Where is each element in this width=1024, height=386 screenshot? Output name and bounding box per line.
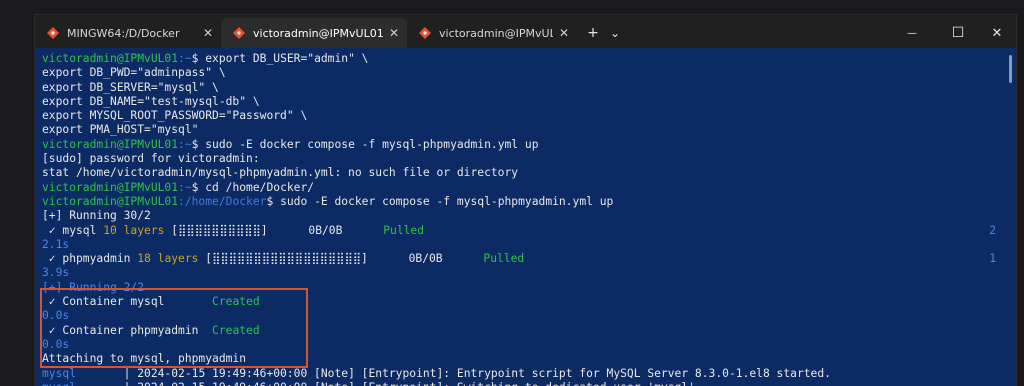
line-text: export MYSQL_ROOT_PASSWORD="Password" \ (42, 109, 308, 123)
git-bash-icon (47, 27, 59, 39)
line-text: export DB_USER="admin" \ (205, 52, 369, 65)
terminal-line: 3.9s (42, 266, 1016, 280)
highlight-box (40, 288, 308, 368)
timing-text: 3.9s (42, 266, 70, 280)
transfer-size: 0B/0B (367, 252, 484, 266)
check-icon: ✓ (42, 252, 63, 266)
linux-tab-icon (233, 27, 245, 39)
status-text: Pulled (483, 252, 525, 266)
prompt-suffix: $ (191, 180, 206, 194)
tab-close-icon[interactable]: ✕ (559, 26, 569, 40)
timing-text: 2.1s (42, 237, 70, 251)
terminal-line: export DB_SERVER="mysql" \ (42, 81, 1016, 95)
layer-count: 10 layers (103, 223, 165, 237)
terminal-line: export MYSQL_ROOT_PASSWORD="Password" \ (42, 109, 1016, 123)
row-count: 1 (989, 252, 996, 266)
close-button[interactable]: ✕ (982, 18, 1012, 48)
progress-bar: [⣿⣿⣿⣿⣿⣿⣿⣿⣿⣿] (164, 223, 268, 237)
prompt-suffix: $ (191, 52, 206, 65)
terminal-line: victoradmin@IPMvUL01:~$ sudo -E docker c… (42, 138, 1016, 152)
prompt-suffix: $ (191, 137, 206, 151)
terminal-line: [+] Running 30/2 (42, 209, 1016, 223)
tab-label: MINGW64:/D/Docker (67, 26, 180, 40)
check-icon: ✓ (42, 223, 63, 237)
tab-label: victoradmin@IPMvUL01: /hon (253, 26, 383, 40)
title-bar: MINGW64:/D/Docker ✕ victoradmin@IPMvUL01… (35, 15, 1016, 48)
line-text: export DB_PWD="adminpass" \ (42, 66, 226, 80)
new-tab-button[interactable]: + (583, 18, 603, 48)
terminal-line: export PMA_HOST="mysql" (42, 123, 1016, 137)
prompt-user: victoradmin@IPMvUL01 (42, 52, 179, 65)
tab-mingw64[interactable]: MINGW64:/D/Docker ✕ (35, 18, 221, 48)
linux-tab-icon (419, 27, 431, 39)
transfer-size: 0B/0B (267, 223, 384, 237)
prompt-user: victoradmin@IPMvUL01 (42, 194, 179, 208)
minimize-button[interactable]: — (897, 18, 927, 48)
line-text: sudo -E docker compose -f mysql-phpmyadm… (205, 137, 539, 151)
tab-dropdown-icon[interactable]: ⌄ (605, 18, 625, 48)
line-text: [sudo] password for victoradmin: (42, 152, 260, 166)
prompt-suffix: $ (266, 194, 281, 208)
line-text: | 2024-02-15 19:49:46+00:00 [Note] [Entr… (76, 381, 695, 386)
line-text: stat /home/victoradmin/mysql-phpmyadmin.… (42, 166, 519, 180)
tab-close-icon[interactable]: ✕ (203, 26, 213, 40)
tab-victoradmin-home-dir[interactable]: victoradmin@IPMvUL01: ~ ✕ (407, 18, 577, 48)
line-text: cd /home/Docker/ (205, 180, 315, 194)
terminal-window: MINGW64:/D/Docker ✕ victoradmin@IPMvUL01… (35, 15, 1016, 386)
terminal-line: victoradmin@IPMvUL01:~$ export DB_USER="… (42, 52, 1016, 66)
tab-close-icon[interactable]: ✕ (389, 26, 399, 40)
line-text: sudo -E docker compose -f mysql-phpmyadm… (280, 194, 614, 208)
prompt-path: :~ (178, 52, 192, 65)
image-name: mysql (62, 223, 104, 237)
line-text: export PMA_HOST="mysql" (42, 123, 199, 137)
status-text: Pulled (383, 223, 425, 237)
timing-text: mysql (42, 366, 77, 380)
terminal-line: stat /home/victoradmin/mysql-phpmyadmin.… (42, 166, 1016, 180)
tab-label: victoradmin@IPMvUL01: ~ (439, 26, 553, 40)
prompt-user: victoradmin@IPMvUL01 (42, 180, 179, 194)
scrollbar[interactable] (1009, 55, 1012, 83)
line-text: [+] Running 30/2 (42, 209, 151, 223)
terminal-line: ✓ phpmyadmin 18 layers [⣿⣿⣿⣿⣿⣿⣿⣿⣿⣿⣿⣿⣿⣿⣿⣿… (42, 252, 1016, 266)
line-text: | 2024-02-15 19:49:46+00:00 [Note] [Entr… (76, 366, 831, 380)
prompt-path: :~ (178, 137, 192, 151)
terminal-line: export DB_PWD="adminpass" \ (42, 66, 1016, 80)
terminal-line: mysql | 2024-02-15 19:49:46+00:00 [Note]… (42, 367, 1016, 381)
layer-count: 18 layers (137, 252, 199, 266)
prompt-path: :/home/Docker (178, 194, 267, 208)
terminal-line: export DB_NAME="test-mysql-db" \ (42, 95, 1016, 109)
terminal-line: victoradmin@IPMvUL01:~$ cd /home/Docker/ (42, 181, 1016, 195)
image-name: phpmyadmin (62, 252, 138, 266)
terminal-line: ✓ mysql 10 layers [⣿⣿⣿⣿⣿⣿⣿⣿⣿⣿] 0B/0B Pul… (42, 224, 1016, 238)
terminal-line: [sudo] password for victoradmin: (42, 152, 1016, 166)
progress-bar: [⣿⣿⣿⣿⣿⣿⣿⣿⣿⣿⣿⣿⣿⣿⣿⣿⣿⣿] (198, 252, 368, 266)
prompt-user: victoradmin@IPMvUL01 (42, 137, 179, 151)
line-text: export DB_NAME="test-mysql-db" \ (42, 94, 260, 108)
timing-text: mysql (42, 381, 76, 386)
terminal-line: victoradmin@IPMvUL01:/home/Docker$ sudo … (42, 195, 1016, 209)
maximize-button[interactable]: ☐ (943, 18, 973, 48)
terminal-line: 2.1s (42, 238, 1016, 252)
row-count: 2 (989, 223, 996, 237)
line-text: export DB_SERVER="mysql" \ (42, 80, 219, 94)
prompt-path: :~ (178, 180, 192, 194)
terminal-line: mysql | 2024-02-15 19:49:46+00:00 [Note]… (42, 381, 1016, 386)
tab-victoradmin-home[interactable]: victoradmin@IPMvUL01: /hon ✕ (221, 18, 407, 48)
